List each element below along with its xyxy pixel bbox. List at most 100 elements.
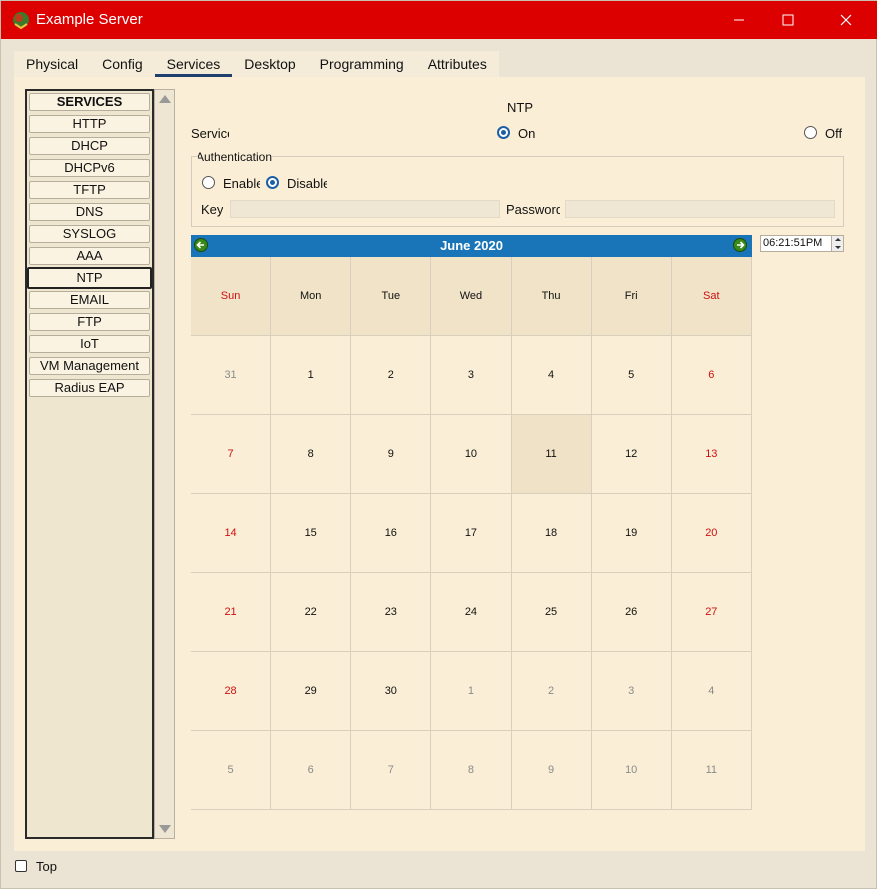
dow-fri: Fri: [591, 257, 672, 336]
calendar-day[interactable]: 17: [431, 494, 512, 573]
calendar-day[interactable]: 10: [431, 415, 512, 494]
calendar-day[interactable]: 9: [351, 415, 432, 494]
calendar-day[interactable]: 28: [191, 652, 272, 731]
tab-physical[interactable]: Physical: [14, 51, 91, 77]
calendar-grid: Sun Mon Tue Wed Thu Fri Sat 31 1 2 3 4 5…: [191, 257, 752, 810]
close-icon: [840, 14, 852, 26]
tab-desktop[interactable]: Desktop: [232, 51, 308, 77]
calendar-day[interactable]: 6: [271, 731, 352, 810]
auth-disable-radio[interactable]: [266, 176, 279, 189]
calendar-day[interactable]: 8: [271, 415, 352, 494]
service-item-vm-management[interactable]: VM Management: [29, 357, 150, 375]
service-item-syslog[interactable]: SYSLOG: [29, 225, 150, 243]
calendar-day[interactable]: 5: [591, 336, 672, 415]
calendar-day[interactable]: 11: [671, 731, 752, 810]
services-header: SERVICES: [29, 93, 150, 111]
calendar-day[interactable]: 1: [271, 336, 352, 415]
calendar-day[interactable]: 9: [511, 731, 592, 810]
service-item-email[interactable]: EMAIL: [29, 291, 150, 309]
close-button[interactable]: [823, 1, 869, 39]
calendar-day[interactable]: 25: [511, 573, 592, 652]
calendar-day[interactable]: 10: [591, 731, 672, 810]
calendar-day[interactable]: 26: [591, 573, 672, 652]
scroll-up-icon[interactable]: [159, 95, 171, 103]
service-item-radius-eap[interactable]: Radius EAP: [29, 379, 150, 397]
service-on-radio[interactable]: [497, 126, 510, 139]
spin-up-icon[interactable]: [833, 236, 843, 243]
minimize-button[interactable]: [716, 1, 762, 39]
password-input[interactable]: [565, 200, 835, 218]
calendar-day[interactable]: 4: [511, 336, 592, 415]
auth-enable-radio[interactable]: [202, 176, 215, 189]
calendar-day[interactable]: 23: [351, 573, 432, 652]
service-item-tftp[interactable]: TFTP: [29, 181, 150, 199]
top-checkbox[interactable]: [15, 860, 27, 872]
calendar-day[interactable]: 12: [591, 415, 672, 494]
arrow-right-icon: [737, 241, 745, 249]
dow-sat: Sat: [671, 257, 752, 336]
tab-config[interactable]: Config: [90, 51, 155, 77]
calendar-day[interactable]: 8: [431, 731, 512, 810]
title-bar: Example Server: [1, 1, 877, 39]
service-label: Service: [191, 126, 229, 141]
service-off-radio[interactable]: [804, 126, 817, 139]
service-item-ftp[interactable]: FTP: [29, 313, 150, 331]
services-panel: SERVICES HTTP DHCP DHCPv6 TFTP DNS SYSLO…: [14, 77, 865, 851]
calendar-day[interactable]: 15: [271, 494, 352, 573]
dow-tue: Tue: [351, 257, 432, 336]
calendar-day[interactable]: 21: [191, 573, 272, 652]
tab-attributes[interactable]: Attributes: [415, 51, 499, 77]
calendar-day[interactable]: 19: [591, 494, 672, 573]
calendar-day[interactable]: 30: [351, 652, 432, 731]
service-item-ntp[interactable]: NTP: [27, 267, 152, 289]
services-list: SERVICES HTTP DHCP DHCPv6 TFTP DNS SYSLO…: [25, 89, 154, 839]
calendar-day[interactable]: 1: [431, 652, 512, 731]
services-scrollbar[interactable]: [154, 89, 175, 839]
tab-services[interactable]: Services: [154, 51, 233, 77]
window-title: Example Server: [36, 11, 143, 28]
prev-month-button[interactable]: [194, 238, 208, 252]
maximize-icon: [782, 14, 794, 26]
calendar-day[interactable]: 2: [511, 652, 592, 731]
calendar-day-selected[interactable]: 11: [511, 415, 592, 494]
calendar-day[interactable]: 13: [671, 415, 752, 494]
calendar-day[interactable]: 20: [671, 494, 752, 573]
calendar-day[interactable]: 6: [671, 336, 752, 415]
calendar-day[interactable]: 18: [511, 494, 592, 573]
calendar-day[interactable]: 27: [671, 573, 752, 652]
service-item-aaa[interactable]: AAA: [29, 247, 150, 265]
calendar-day[interactable]: 5: [191, 731, 272, 810]
top-label: Top: [36, 859, 57, 874]
calendar-day[interactable]: 7: [351, 731, 432, 810]
calendar-day[interactable]: 24: [431, 573, 512, 652]
service-item-dhcpv6[interactable]: DHCPv6: [29, 159, 150, 177]
calendar-day[interactable]: 16: [351, 494, 432, 573]
app-logo-icon: [13, 12, 29, 30]
next-month-button[interactable]: [733, 238, 747, 252]
calendar-day[interactable]: 22: [271, 573, 352, 652]
calendar-day[interactable]: 31: [191, 336, 272, 415]
time-value[interactable]: 06:21:51PM: [763, 237, 822, 249]
calendar-day[interactable]: 29: [271, 652, 352, 731]
dow-wed: Wed: [431, 257, 512, 336]
scroll-down-icon[interactable]: [159, 825, 171, 833]
ntp-title: NTP: [507, 100, 533, 115]
calendar-day[interactable]: 3: [431, 336, 512, 415]
key-input[interactable]: [230, 200, 500, 218]
tab-programming[interactable]: Programming: [307, 51, 416, 77]
calendar-day[interactable]: 2: [351, 336, 432, 415]
time-spin-buttons[interactable]: [831, 236, 843, 251]
calendar-day[interactable]: 4: [671, 652, 752, 731]
calendar-day[interactable]: 7: [191, 415, 272, 494]
calendar-day[interactable]: 3: [591, 652, 672, 731]
spin-down-icon[interactable]: [833, 244, 843, 251]
service-item-iot[interactable]: IoT: [29, 335, 150, 353]
time-spinner[interactable]: 06:21:51PM: [760, 235, 844, 252]
service-item-dhcp[interactable]: DHCP: [29, 137, 150, 155]
authentication-legend: Authentication: [198, 150, 272, 164]
maximize-button[interactable]: [765, 1, 811, 39]
calendar-day[interactable]: 14: [191, 494, 272, 573]
dow-mon: Mon: [271, 257, 352, 336]
service-item-http[interactable]: HTTP: [29, 115, 150, 133]
service-item-dns[interactable]: DNS: [29, 203, 150, 221]
